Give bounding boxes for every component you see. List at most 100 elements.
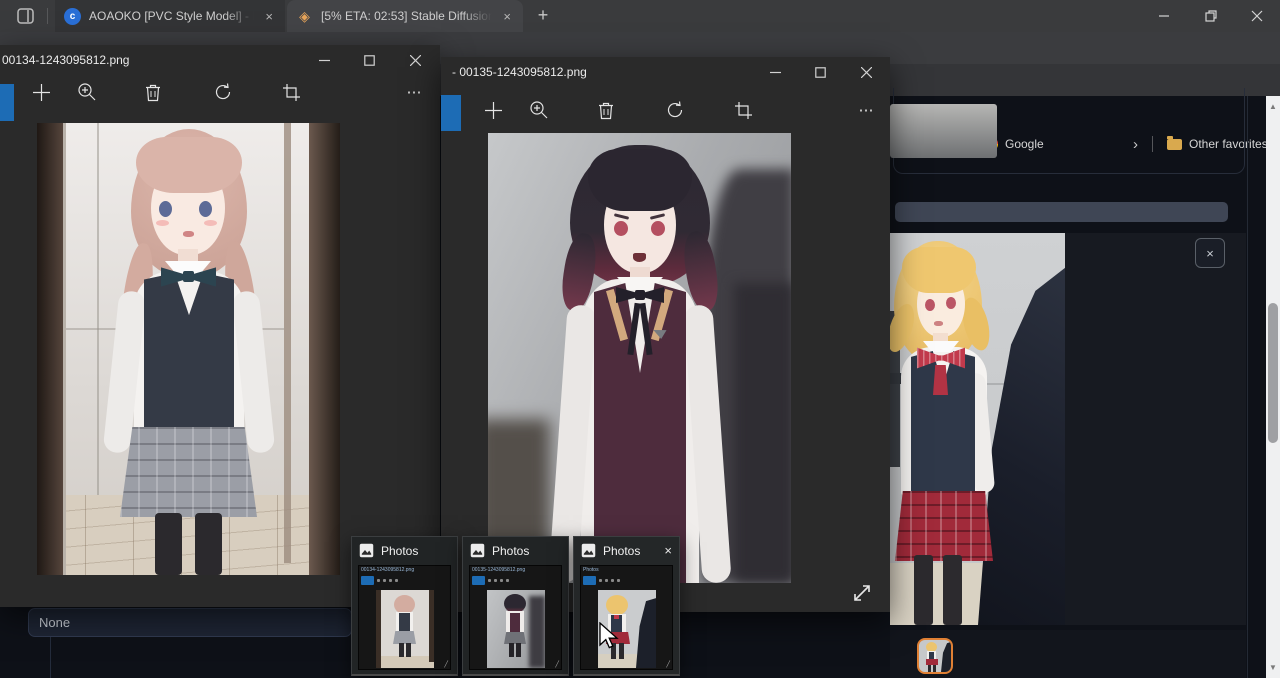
eye bbox=[199, 201, 212, 217]
scrollbar-down-icon[interactable]: ▼ bbox=[1266, 662, 1280, 674]
window-close-button[interactable] bbox=[1234, 0, 1280, 32]
taskbar-preview-photos-3[interactable]: Photos × Photos ╱ bbox=[573, 536, 680, 676]
tab-title: [5% ETA: 02:53] Stable Diffusion bbox=[321, 9, 492, 23]
crop-button[interactable] bbox=[278, 79, 304, 105]
add-button[interactable] bbox=[480, 97, 506, 123]
leg bbox=[943, 555, 962, 625]
mini-resize-icon: ╱ bbox=[444, 662, 448, 668]
mini-icon bbox=[488, 579, 491, 582]
photos-window-2: - 00135-1243095812.png ⋯ bbox=[441, 57, 890, 612]
door-frame-edge bbox=[63, 123, 66, 575]
scrollbar-thumb[interactable] bbox=[1268, 303, 1278, 443]
see-more-button[interactable]: ⋯ bbox=[401, 79, 427, 105]
mini-icon bbox=[605, 579, 608, 582]
eye bbox=[925, 299, 935, 311]
fullscreen-button[interactable] bbox=[851, 582, 873, 609]
rotate-button[interactable] bbox=[662, 97, 688, 123]
mini-toolbar bbox=[359, 575, 450, 586]
mini-resize-icon: ╱ bbox=[666, 662, 670, 668]
eye bbox=[946, 297, 956, 309]
taskbar-preview-photos-2[interactable]: Photos 00135-1243095812.png ╱ bbox=[462, 536, 569, 676]
zoom-button[interactable] bbox=[526, 97, 552, 123]
mini-accent bbox=[472, 576, 485, 585]
mouth bbox=[934, 321, 943, 326]
taskbar-preview-photos-1[interactable]: Photos 00134-1243095812.png ╱ bbox=[351, 536, 458, 676]
photos-app-icon bbox=[359, 543, 374, 558]
window-minimize-button[interactable] bbox=[1141, 0, 1187, 32]
preview-app-label: Photos bbox=[603, 544, 657, 558]
blurred-figure-dark bbox=[734, 283, 791, 583]
preview-mini-window[interactable]: Photos ╱ bbox=[580, 565, 673, 670]
mini-icon bbox=[377, 579, 380, 582]
thumb-leg bbox=[928, 665, 931, 672]
tab-stable-diffusion[interactable]: ◈ [5% ETA: 02:53] Stable Diffusion × bbox=[287, 0, 523, 32]
leg bbox=[155, 513, 182, 575]
sd-selected-thumbnail[interactable] bbox=[917, 638, 953, 674]
delete-button[interactable] bbox=[593, 97, 619, 123]
delete-button[interactable] bbox=[140, 79, 166, 105]
leg bbox=[914, 555, 933, 625]
mini-icon bbox=[494, 579, 497, 582]
mini-icon bbox=[506, 579, 509, 582]
bow-knot bbox=[183, 271, 194, 282]
sd-script-dropdown[interactable]: None bbox=[28, 608, 352, 637]
mini-photo-00135 bbox=[487, 590, 545, 668]
photos-minimize-button[interactable] bbox=[302, 45, 347, 75]
mini-window-title: 00134-1243095812.png bbox=[359, 566, 450, 575]
plaid-skirt bbox=[895, 491, 993, 561]
bangs bbox=[136, 137, 242, 193]
mini-icon bbox=[383, 579, 386, 582]
sd-gallery-image[interactable] bbox=[890, 233, 1065, 625]
sd-image-close-button[interactable]: × bbox=[1195, 238, 1225, 268]
sd-progress-bar bbox=[895, 202, 1228, 222]
desktop: c AOAOKO [PVC Style Model] - PV × ◈ [5% … bbox=[0, 0, 1280, 678]
ribbon-knot bbox=[635, 290, 645, 300]
rotate-button[interactable] bbox=[210, 79, 236, 105]
photos-nav-accent[interactable] bbox=[441, 95, 461, 131]
eye bbox=[159, 201, 172, 217]
mini-toolbar bbox=[470, 575, 561, 586]
photos-close-button[interactable] bbox=[393, 45, 438, 75]
mini-icon bbox=[395, 579, 398, 582]
photos-app-icon bbox=[581, 543, 596, 558]
preview-mini-window[interactable]: 00134-1243095812.png ╱ bbox=[358, 565, 451, 670]
mini-window-title: Photos bbox=[581, 566, 672, 575]
mouth-open bbox=[633, 253, 646, 262]
tab-title: AOAOKO [PVC Style Model] - PV bbox=[89, 9, 254, 23]
mouse-cursor bbox=[598, 622, 620, 652]
mini-icon bbox=[599, 579, 602, 582]
preview-mini-window[interactable]: 00135-1243095812.png ╱ bbox=[469, 565, 562, 670]
script-dropdown-value: None bbox=[39, 615, 70, 630]
photo-image-00135[interactable] bbox=[488, 133, 791, 583]
eye bbox=[651, 221, 665, 236]
photos-minimize-button[interactable] bbox=[753, 57, 798, 87]
photos-maximize-button[interactable] bbox=[347, 45, 392, 75]
tab-close-icon[interactable]: × bbox=[500, 9, 514, 24]
photos-close-button[interactable] bbox=[844, 57, 889, 87]
mini-resize-icon: ╱ bbox=[555, 662, 559, 668]
see-more-button[interactable]: ⋯ bbox=[853, 97, 879, 123]
gradio-icon: ◈ bbox=[296, 8, 313, 25]
zoom-button[interactable] bbox=[74, 79, 100, 105]
preview-close-button[interactable]: × bbox=[664, 543, 672, 558]
scrollbar-up-icon[interactable]: ▲ bbox=[1266, 101, 1280, 113]
photo-image-00134[interactable] bbox=[37, 123, 340, 575]
sd-panel-edge-right bbox=[1247, 96, 1248, 678]
photos-maximize-button[interactable] bbox=[798, 57, 843, 87]
tab-close-icon[interactable]: × bbox=[262, 9, 276, 24]
door-frame-left bbox=[37, 123, 63, 575]
bangs bbox=[902, 247, 976, 293]
sd-gray-button[interactable] bbox=[890, 104, 997, 158]
photos-nav-accent[interactable] bbox=[0, 84, 14, 121]
new-tab-button[interactable]: + bbox=[531, 4, 555, 28]
crop-button[interactable] bbox=[730, 97, 756, 123]
window-restore-button[interactable] bbox=[1188, 0, 1234, 32]
mini-accent bbox=[361, 576, 374, 585]
blush bbox=[156, 220, 169, 226]
blush bbox=[204, 220, 217, 226]
leg bbox=[195, 513, 222, 575]
add-button[interactable] bbox=[28, 79, 54, 105]
tab-civitai[interactable]: c AOAOKO [PVC Style Model] - PV × bbox=[55, 0, 285, 32]
tab-actions-icon[interactable] bbox=[17, 8, 34, 24]
bow-tail bbox=[933, 365, 948, 395]
